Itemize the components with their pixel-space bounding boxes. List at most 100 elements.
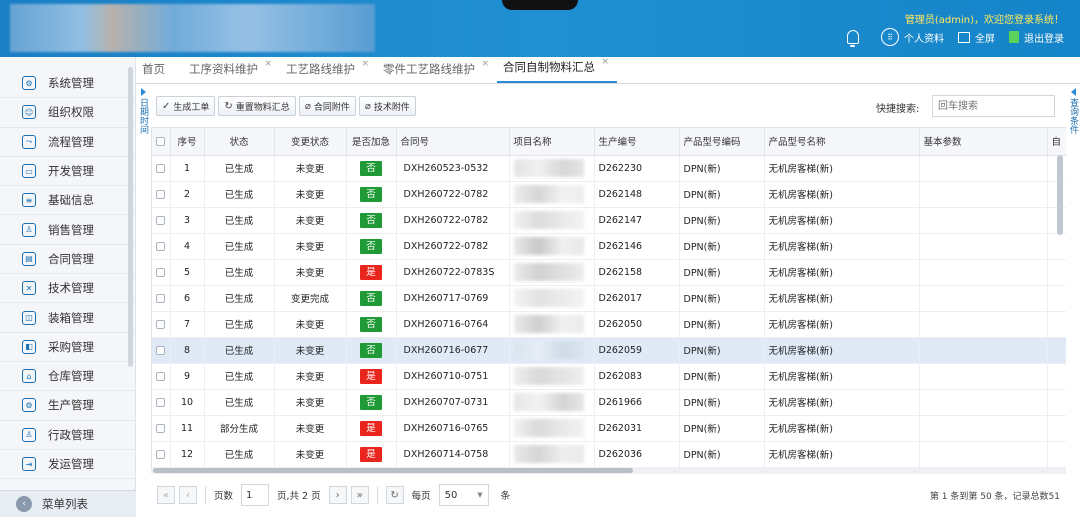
close-icon[interactable]: × xyxy=(264,59,272,69)
generate-workorder-button[interactable]: ✓ 生成工单 xyxy=(156,96,216,116)
tab-process-data[interactable]: 工序资料维护 × xyxy=(183,59,280,83)
sidebar-item-system[interactable]: ⚙ 系统管理 xyxy=(0,69,135,99)
table-row[interactable]: 6 已生成 变更完成否 DXH260717-0769 D262017 DPN(新) 无机房客… xyxy=(152,285,1066,312)
row-select-cell[interactable] xyxy=(152,415,171,442)
table-row[interactable]: 8 已生成 未变更否 DXH260716-0677 D262059 DPN(新) 无机房客梯… xyxy=(152,337,1066,364)
col-header[interactable]: 产品型号编码 xyxy=(679,128,765,156)
date-panel-toggle[interactable]: 日期时间 xyxy=(136,84,150,144)
row-select-cell[interactable] xyxy=(152,155,171,182)
row-checkbox[interactable] xyxy=(156,449,166,459)
row-select-cell[interactable] xyxy=(152,311,171,338)
row-select-cell[interactable] xyxy=(152,389,171,416)
row-select-cell[interactable] xyxy=(152,285,171,312)
table-row[interactable]: 9 已生成 未变更是 DXH260710-0751 D262083 DPN(新) 无机房客梯… xyxy=(152,363,1066,390)
table-row[interactable]: 10 已生成 未变更否 DXH260707-0731 D261966 DPN(新) 无机房客… xyxy=(152,389,1066,416)
table-row[interactable]: 7 已生成 未变更否 DXH260716-0764 D262050 DPN(新) 无机房客梯… xyxy=(152,311,1066,338)
fullscreen-button[interactable]: 全屏 xyxy=(958,30,995,45)
app-header: 管理员(admin)，欢迎您登录系统！ ⠿ 个人资料 全屏 退出登录 xyxy=(0,0,1080,57)
last-page-button[interactable]: » xyxy=(350,486,369,504)
col-header[interactable]: 变更状态 xyxy=(274,128,347,156)
profile-button[interactable]: ⠿ 个人资料 xyxy=(881,28,944,46)
sidebar-item-packing[interactable]: ◫ 装箱管理 xyxy=(0,303,135,333)
select-all-cell[interactable] xyxy=(152,128,171,156)
tab-route[interactable]: 工艺路线维护 × xyxy=(280,59,377,83)
refresh-icon[interactable]: ↻ xyxy=(385,486,404,504)
tab-part-route[interactable]: 零件工艺路线维护 × xyxy=(377,59,497,83)
row-checkbox[interactable] xyxy=(156,267,166,277)
row-select-cell[interactable] xyxy=(152,259,171,286)
close-icon[interactable]: × xyxy=(601,57,609,67)
sidebar-item-dev[interactable]: ▭ 开发管理 xyxy=(0,157,135,187)
vertical-scrollbar[interactable] xyxy=(1057,155,1063,235)
tech-attachment-button[interactable]: ⌀ 技术附件 xyxy=(358,96,416,116)
tab-contract-material[interactable]: 合同自制物料汇总 × xyxy=(497,57,617,83)
sidebar-item-tech[interactable]: ✕ 技术管理 xyxy=(0,274,135,304)
table-row[interactable]: 2 已生成 未变更否 DXH260722-0782 D262148 DPN(新) 无机房客梯… xyxy=(152,181,1066,208)
row-checkbox[interactable] xyxy=(156,293,166,303)
contract-attachment-button[interactable]: ⌀ 合同附件 xyxy=(298,96,356,116)
sidebar-item-purchase[interactable]: ◧ 采购管理 xyxy=(0,333,135,362)
select-all-checkbox[interactable] xyxy=(156,136,166,146)
col-header[interactable]: 合同号 xyxy=(396,128,510,156)
cell-no: 5 xyxy=(170,259,205,286)
col-header[interactable]: 生产编号 xyxy=(594,128,680,156)
table-row[interactable]: 1 已生成 未变更否 DXH260523-0532 D262230 DPN(新) 无机房客梯… xyxy=(152,155,1066,182)
row-checkbox[interactable] xyxy=(156,371,166,381)
row-select-cell[interactable] xyxy=(152,181,171,208)
logout-button[interactable]: 退出登录 xyxy=(1009,30,1064,45)
row-checkbox[interactable] xyxy=(156,423,166,433)
col-header[interactable]: 序号 xyxy=(170,128,205,156)
table-row[interactable]: 12 已生成 未变更是 DXH260714-0758 D262036 DPN(新) 无机房客… xyxy=(152,441,1066,467)
col-header[interactable]: 是否加急 xyxy=(346,128,397,156)
row-checkbox[interactable] xyxy=(156,345,166,355)
sidebar-item-flow[interactable]: ⤳ 流程管理 xyxy=(0,128,135,157)
cell-project-name xyxy=(509,259,595,286)
page-input[interactable]: 1 xyxy=(241,484,270,506)
col-header[interactable]: 产品型号名称 xyxy=(764,128,920,156)
row-select-cell[interactable] xyxy=(152,363,171,390)
row-select-cell[interactable] xyxy=(152,337,171,364)
table-row[interactable]: 5 已生成 未变更是 DXH260722-0783S D262158 DPN(新) 无机房客… xyxy=(152,259,1066,286)
row-checkbox[interactable] xyxy=(156,241,166,251)
row-checkbox[interactable] xyxy=(156,163,166,173)
query-panel-toggle[interactable]: 查询条件 xyxy=(1066,84,1080,144)
row-checkbox[interactable] xyxy=(156,215,166,225)
sidebar-item-production[interactable]: ⚙ 生产管理 xyxy=(0,391,135,421)
sidebar-item-contract[interactable]: ▤ 合同管理 xyxy=(0,245,135,275)
row-select-cell[interactable] xyxy=(152,441,171,467)
close-icon[interactable]: × xyxy=(481,59,489,69)
sidebar-item-admin[interactable]: ♙ 行政管理 xyxy=(0,421,135,450)
close-icon[interactable]: × xyxy=(361,59,369,69)
row-checkbox[interactable] xyxy=(156,319,166,329)
bell-icon[interactable] xyxy=(847,30,859,47)
col-header[interactable]: 基本参数 xyxy=(919,128,1048,156)
quick-search-input[interactable] xyxy=(932,95,1055,117)
row-checkbox[interactable] xyxy=(156,189,166,199)
sidebar-item-shipping[interactable]: ⇥ 发运管理 xyxy=(0,450,135,480)
sidebar-item-org[interactable]: ☺ 组织权限 xyxy=(0,98,135,128)
cell-production-no: D262230 xyxy=(594,155,680,182)
first-page-button[interactable]: « xyxy=(157,486,175,504)
horizontal-scrollbar[interactable] xyxy=(153,468,633,473)
cell-production-no: D262158 xyxy=(594,259,680,286)
page-size-select[interactable]: 50 ▼ xyxy=(438,484,489,506)
cell-model-name: 无机房客梯(新) xyxy=(764,181,920,208)
col-header[interactable]: 状态 xyxy=(204,128,275,156)
table-row[interactable]: 3 已生成 未变更否 DXH260722-0782 D262147 DPN(新) 无机房客梯… xyxy=(152,207,1066,234)
sidebar-item-warehouse[interactable]: ⌂ 仓库管理 xyxy=(0,362,135,392)
row-select-cell[interactable] xyxy=(152,207,171,234)
table-row[interactable]: 11 部分生成 未变更是 DXH260716-0765 D262031 DPN(新) 无机房… xyxy=(152,415,1066,442)
menu-list-toggle[interactable]: ‹ 菜单列表 xyxy=(0,490,136,517)
sidebar-item-sales[interactable]: ♙ 销售管理 xyxy=(0,215,135,245)
sidebar-item-basic[interactable]: ≡ 基础信息 xyxy=(0,186,135,216)
prev-page-button[interactable]: ‹ xyxy=(179,486,197,504)
row-checkbox[interactable] xyxy=(156,397,166,407)
next-page-button[interactable]: › xyxy=(328,486,347,504)
tab-home[interactable]: 首页 xyxy=(136,61,183,83)
col-header[interactable]: 项目名称 xyxy=(509,128,595,156)
col-header[interactable]: 自 xyxy=(1047,128,1066,156)
sidebar-scrollbar[interactable] xyxy=(128,67,133,367)
table-row[interactable]: 4 已生成 未变更否 DXH260722-0782 D262146 DPN(新) 无机房客梯… xyxy=(152,233,1066,260)
reset-summary-button[interactable]: ↻ 重置物料汇总 xyxy=(218,96,296,116)
row-select-cell[interactable] xyxy=(152,233,171,260)
